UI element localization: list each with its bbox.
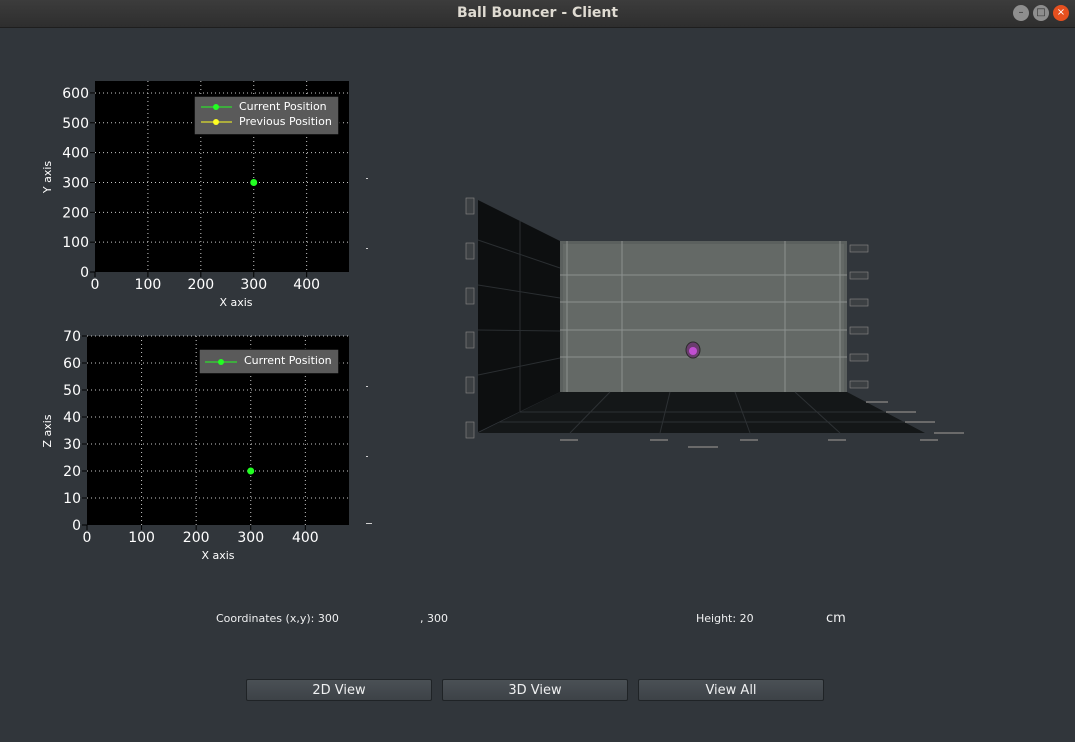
y-tick-label: 400 (62, 146, 89, 162)
2d-view-button[interactable]: 2D View (246, 679, 432, 701)
view-3d[interactable] (465, 197, 964, 448)
legend-label-current: Current Position (244, 354, 332, 367)
y-tick-label: 70 (63, 329, 81, 345)
ball (685, 341, 701, 359)
x-tick-label: 200 (183, 530, 210, 546)
xy-legend: Current Position Previous Position (193, 95, 340, 136)
x-tick-label: 300 (240, 277, 267, 293)
x-tick-label: 100 (135, 277, 162, 293)
coordinates-y-value: , 300 (420, 612, 448, 625)
y-tick-label: 50 (63, 383, 81, 399)
legend-marker-current (218, 359, 224, 365)
3d-view-button[interactable]: 3D View (442, 679, 628, 701)
x-tick-label: 300 (237, 530, 264, 546)
xz-legend: Current Position (198, 348, 340, 375)
x-tick-label: 400 (293, 277, 320, 293)
y-tick-label: 20 (63, 464, 81, 480)
xy-plot[interactable]: 0 100 200 300 400 0 100 200 300 400 500 600 Current… (41, 81, 349, 309)
x-tick-label: 200 (187, 277, 214, 293)
y-tick-label: 30 (63, 437, 81, 453)
data-point (247, 467, 255, 475)
height-unit: cm (826, 611, 846, 626)
x-tick-label: 100 (128, 530, 155, 546)
y-tick-label: 0 (72, 518, 81, 534)
xy-x-axis-label: X axis (219, 296, 252, 309)
view-all-button[interactable]: View All (638, 679, 824, 701)
xz-plot[interactable]: 0 100 200 300 400 0 10 20 30 40 50 60 70 Current Pos… (41, 329, 349, 562)
y-tick-label: 40 (63, 410, 81, 426)
xy-y-axis-label: Y axis (41, 161, 54, 195)
y-tick-label: 500 (62, 116, 89, 132)
xz-x-axis-label: X axis (201, 549, 234, 562)
y-tick-label: 200 (62, 205, 89, 221)
y-tick-label: 100 (62, 235, 89, 251)
y-tick-label: 0 (80, 265, 89, 281)
y-tick-label: 600 (62, 86, 89, 102)
legend-label-previous: Previous Position (239, 115, 332, 128)
legend-marker-previous (213, 119, 219, 125)
plots-svg: 0 100 200 300 4000100200300400500600 Current… (41, 81, 964, 562)
xz-y-axis-label: Z axis (41, 414, 54, 447)
y-tick-label: 60 (63, 356, 81, 372)
x-tick-label: 0 (91, 277, 100, 293)
height-label: Height: 20 (696, 612, 754, 625)
legend-label-current: Current Position (239, 100, 327, 113)
left-wall (478, 200, 560, 432)
x-tick-label: 400 (292, 530, 319, 546)
coordinates-label: Coordinates (x,y): 300 (216, 612, 339, 625)
data-point (250, 178, 258, 186)
plot-edge-marks (366, 178, 372, 524)
y-tick-label: 10 (63, 491, 81, 507)
legend-marker-current (213, 104, 219, 110)
y-tick-label: 300 (62, 175, 89, 191)
x-tick-label: 0 (83, 530, 92, 546)
